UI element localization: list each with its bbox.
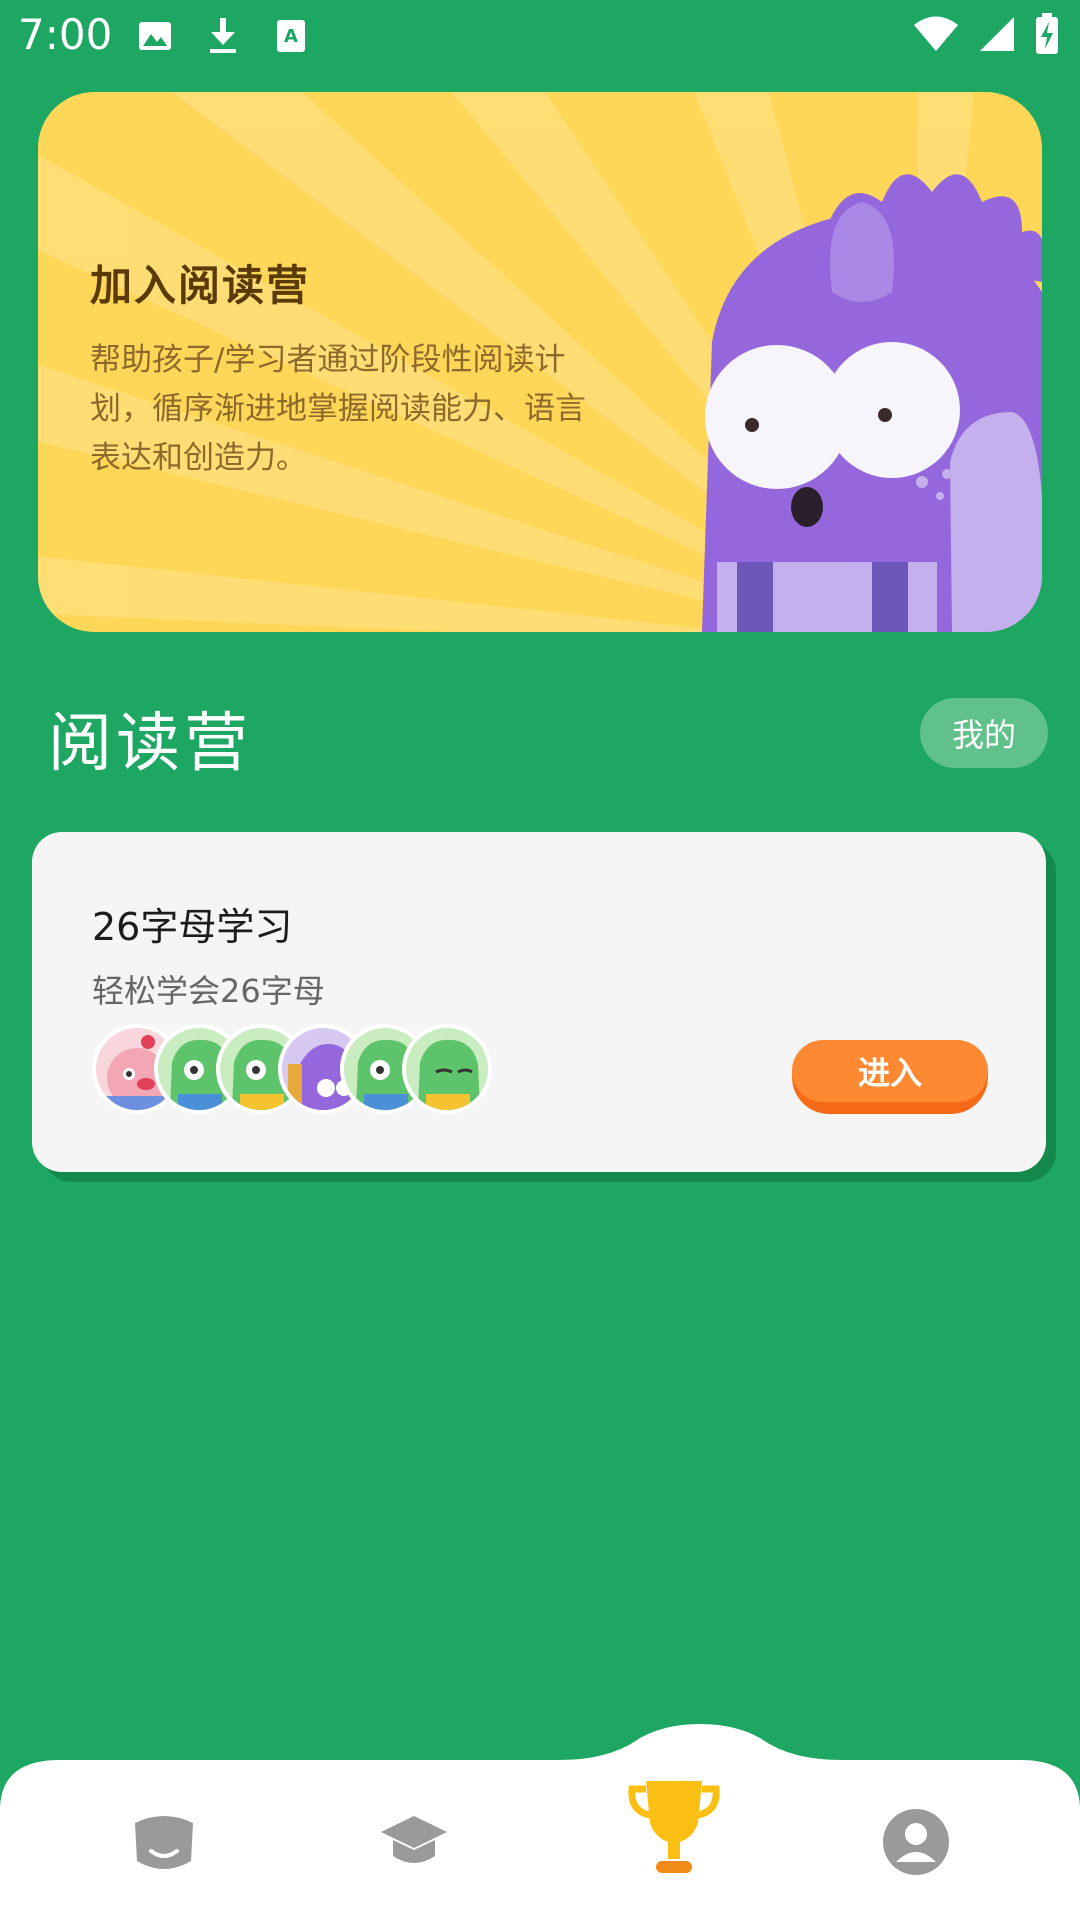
- purple-monster-illustration: [702, 174, 1042, 632]
- download-icon: [204, 14, 242, 58]
- svg-text:A: A: [284, 26, 298, 47]
- banner-title: 加入阅读营: [90, 261, 311, 310]
- green-dino-sleepy-avatar: [402, 1024, 492, 1114]
- nav-camp[interactable]: [624, 1772, 724, 1882]
- text-a-icon: A: [272, 14, 310, 58]
- section-title: 阅读营: [48, 707, 252, 781]
- course-title: 26字母学习: [92, 905, 293, 949]
- nav-profile[interactable]: [876, 1802, 956, 1882]
- banner-description: 帮助孩子/学习者通过阶段性阅读计划，循序渐进地掌握阅读能力、语言表达和创造力。: [90, 342, 586, 476]
- status-bar: 7:00 A: [0, 0, 1080, 70]
- nav-courses[interactable]: [374, 1802, 454, 1882]
- bottom-nav: [0, 1720, 1080, 1920]
- enter-button[interactable]: 进入: [792, 1040, 988, 1114]
- status-icons-right: [912, 12, 1060, 56]
- signal-icon: [978, 12, 1016, 56]
- status-icons-left: A: [136, 14, 310, 58]
- wifi-icon: [912, 12, 960, 56]
- course-card[interactable]: 26字母学习 轻松学会26字母 进入: [32, 832, 1046, 1172]
- enter-button-label: 进入: [792, 1040, 988, 1102]
- graduation-cap-icon: [381, 1816, 447, 1863]
- battery-charging-icon: [1034, 12, 1060, 56]
- face-icon: [135, 1816, 193, 1869]
- avatar-group: [92, 1024, 552, 1118]
- mine-button[interactable]: 我的: [920, 698, 1048, 768]
- user-icon: [883, 1809, 949, 1875]
- trophy-icon: [628, 1781, 720, 1873]
- status-time: 7:00: [18, 10, 113, 59]
- nav-home[interactable]: [124, 1802, 204, 1882]
- course-subtitle: 轻松学会26字母: [92, 972, 325, 1010]
- image-icon: [136, 14, 174, 58]
- join-camp-banner[interactable]: 加入阅读营 帮助孩子/学习者通过阶段性阅读计划，循序渐进地掌握阅读能力、语言表达…: [38, 92, 1042, 632]
